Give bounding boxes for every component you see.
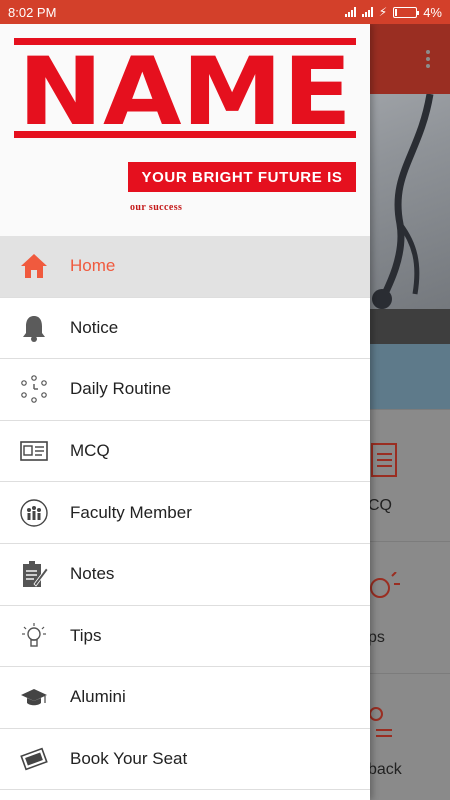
battery-icon	[393, 6, 420, 18]
brand-logo: NAME	[14, 38, 356, 138]
menu-item-notice[interactable]: Notice	[0, 298, 370, 360]
signal-icon	[361, 7, 373, 17]
brand-subtitle: our success	[130, 202, 183, 213]
book-seat-icon	[20, 745, 48, 773]
brand-tagline: YOUR BRIGHT FUTURE IS	[128, 162, 356, 192]
menu-item-label: Notice	[70, 317, 119, 337]
document-icon	[371, 443, 397, 477]
tile-label: ps	[368, 629, 385, 646]
tile-mcq: CQ	[368, 409, 450, 539]
status-bar: 8:02 PM ⚡ 4%	[0, 0, 450, 24]
tile-feedback: back	[368, 673, 450, 800]
routine-clock-icon	[20, 375, 48, 404]
status-icons: ⚡ 4%	[344, 4, 442, 20]
feedback-icon	[370, 707, 392, 737]
menu-item-home[interactable]: Home	[0, 236, 370, 298]
overflow-menu-icon	[426, 50, 430, 68]
notes-icon	[20, 560, 48, 588]
status-time: 8:02 PM	[8, 4, 57, 20]
menu-item-daily-routine[interactable]: Daily Routine	[0, 359, 370, 421]
menu-item-label: Daily Routine	[70, 379, 172, 399]
menu-item-label: Faculty Member	[70, 502, 192, 522]
drawer-header: NAME YOUR BRIGHT FUTURE IS our success	[0, 24, 370, 236]
graduation-cap-icon	[20, 683, 48, 711]
menu-item-label: Home	[70, 256, 116, 276]
menu-item-faculty-member[interactable]: Faculty Member	[0, 482, 370, 544]
menu-item-notes[interactable]: Notes	[0, 544, 370, 606]
menu-item-label: Tips	[70, 625, 102, 645]
group-icon	[20, 498, 48, 527]
menu-item-label: Book Your Seat	[70, 749, 188, 769]
menu-item-book-your-seat[interactable]: Book Your Seat	[0, 729, 370, 791]
battery-percent: 4%	[423, 4, 442, 20]
bell-icon	[20, 314, 48, 342]
bulb-icon	[370, 572, 400, 598]
menu-item-label: MCQ	[70, 441, 110, 461]
tile-tips: ps	[368, 541, 450, 671]
menu-item-mcq[interactable]: MCQ	[0, 421, 370, 483]
menu-item-alumini[interactable]: Alumini	[0, 667, 370, 729]
navigation-drawer[interactable]: NAME YOUR BRIGHT FUTURE IS our success H…	[0, 24, 370, 800]
charging-icon: ⚡	[378, 5, 388, 19]
tile-label: back	[368, 761, 402, 778]
tile-label: CQ	[368, 497, 392, 514]
menu-item-tips[interactable]: Tips	[0, 606, 370, 668]
logo-text: NAME	[18, 38, 352, 138]
home-icon	[20, 252, 48, 280]
id-card-icon	[20, 437, 48, 465]
menu-item-label: Notes	[70, 564, 115, 584]
bulb-icon	[20, 622, 48, 650]
signal-icon	[344, 7, 356, 17]
menu-item-label: Alumini	[70, 687, 126, 707]
drawer-menu: Home Notice Daily Routine MCQ Faculty Me…	[0, 236, 370, 791]
